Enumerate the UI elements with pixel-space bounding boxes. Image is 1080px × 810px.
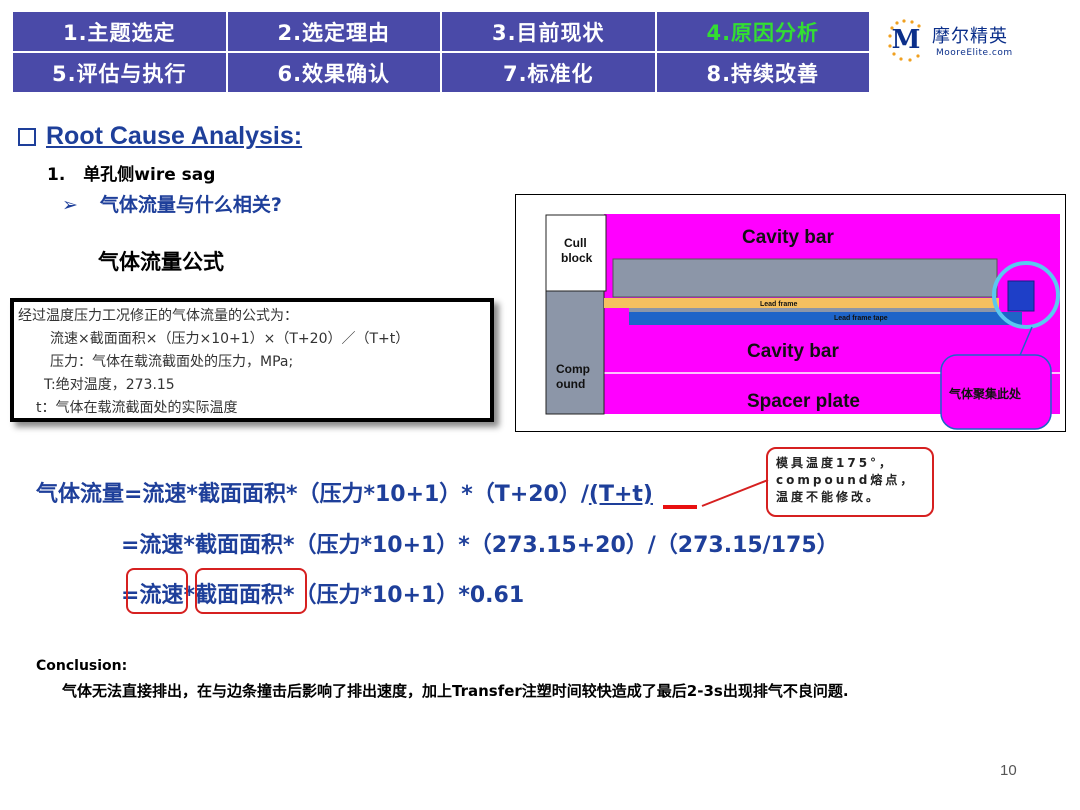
item-number: 1. (47, 165, 66, 185)
cull-block-label-line2: block (561, 251, 593, 265)
cavity-bar-top-label: Cavity bar (742, 227, 834, 248)
tape-gap (629, 308, 999, 312)
highlight-flow-speed-box (126, 568, 188, 614)
nav-item-continuous-improvement[interactable]: 8.持续改善 (656, 53, 869, 92)
mold-temperature-callout: 模具温度175°，compound熔点，温度不能修改。 (766, 447, 934, 517)
compound-label-line1: Comp (556, 362, 590, 376)
callout-pointer (701, 479, 769, 507)
formula-line-expression: 流速×截面面积×（压力×10+1）×（T+20）／（T+t） (50, 331, 410, 347)
mold-cross-section-diagram: Cull block Cavity bar Lead frame Lead fr… (515, 194, 1066, 432)
formula-line-intro: 经过温度压力工况修正的气体流量的公式为： (18, 308, 298, 324)
page-number: 10 (1000, 762, 1017, 779)
formula-line1-tt: (T+t) (588, 482, 653, 507)
conclusion-title: Conclusion: (36, 658, 128, 674)
nav-item-topic-selection[interactable]: 1.主题选定 (13, 12, 226, 51)
compound-label-line2: ound (556, 377, 585, 391)
heading-text: Root Cause Analysis: (46, 122, 303, 150)
gas-note-label: 气体聚集此处 (948, 386, 1022, 401)
question-bullet: ➢ 气体流量与什么相关? (62, 190, 282, 217)
section-heading: Root Cause Analysis: (18, 122, 302, 151)
checkbox-bullet-icon (18, 127, 36, 146)
nav-item-effect-confirmation[interactable]: 6.效果确认 (227, 53, 440, 92)
formula-line1-prefix: 气体流量=流速*截面面积*（压力*10+1）*（T+20）/ (36, 482, 589, 507)
bullet-text: 气体流量与什么相关? (99, 194, 282, 216)
upper-plate (612, 258, 998, 298)
company-logo: M 摩尔精英 MooreElite.com (888, 18, 1038, 68)
nav-item-selection-reason[interactable]: 2.选定理由 (227, 12, 440, 51)
lead-frame (604, 298, 999, 308)
formula-title: 气体流量公式 (98, 250, 224, 274)
cull-block-label-line1: Cull (564, 236, 587, 250)
nav-item-cause-analysis[interactable]: 4.原因分析 (656, 12, 869, 51)
logo-mark: M (891, 25, 921, 55)
formula-line-temperature: T:绝对温度，273.15 (44, 377, 175, 393)
red-underline (663, 505, 697, 509)
main-formula-line1: 气体流量=流速*截面面积*（压力*10+1）*（T+20）/(T+t) (36, 476, 653, 508)
lead-frame-tape-label: Lead frame tape (834, 315, 888, 322)
item-text: 单孔侧wire sag (83, 165, 216, 185)
logo-chinese-name: 摩尔精英 (932, 26, 1008, 47)
numbered-item: 1. 单孔侧wire sag (47, 160, 215, 185)
lead-frame-tape (629, 312, 1022, 325)
end-block (1007, 280, 1035, 312)
formula-line3-rest: *（压力*10+1）*0.61 (282, 583, 525, 608)
arrow-bullet-icon: ➢ (62, 194, 78, 216)
logo-english-name: MooreElite.com (936, 48, 1013, 58)
nav-item-evaluation-execution[interactable]: 5.评估与执行 (13, 53, 226, 92)
spacer-plate-label: Spacer plate (747, 391, 860, 412)
top-navigation: 1.主题选定 2.选定理由 3.目前现状 4.原因分析 5.评估与执行 6.效果… (13, 12, 869, 92)
compound-block (545, 290, 605, 415)
formula-line-pressure: 压力：气体在载流截面处的压力，MPa; (50, 354, 294, 370)
conclusion-text: 气体无法直接排出，在与边条撞击后影响了排出速度，加上Transfer注塑时间较快… (62, 682, 849, 700)
nav-item-current-status[interactable]: 3.目前现状 (442, 12, 655, 51)
highlight-cross-section-box (195, 568, 307, 614)
formula-definition-box: 经过温度压力工况修正的气体流量的公式为： 流速×截面面积×（压力×10+1）×（… (10, 298, 494, 422)
lead-frame-label: Lead frame (760, 301, 797, 308)
nav-item-standardization[interactable]: 7.标准化 (442, 53, 655, 92)
formula-line-actual-temp: t：气体在载流截面处的实际温度 (36, 400, 238, 416)
main-formula-line2: =流速*截面面积*（压力*10+1）*（273.15+20）/（273.15/1… (121, 533, 839, 558)
cavity-bar-bottom-label: Cavity bar (747, 341, 839, 362)
